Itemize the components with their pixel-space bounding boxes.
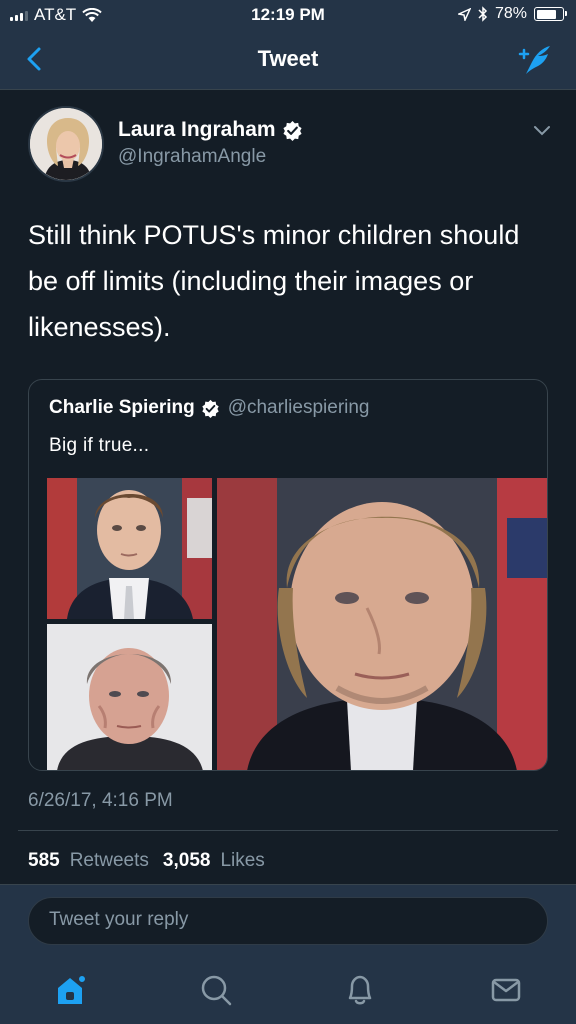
home-icon[interactable]: [52, 972, 88, 1008]
tweet-text: Still think POTUS's minor children shoul…: [28, 220, 520, 342]
quoted-author-name: Charlie Spiering: [49, 397, 195, 418]
reply-bar: Tweet your reply: [0, 884, 576, 956]
likes-count[interactable]: 3,058: [163, 850, 211, 872]
notifications-icon[interactable]: [342, 972, 378, 1008]
retweets-count[interactable]: 585: [28, 850, 60, 872]
media-photo-1[interactable]: [47, 478, 212, 619]
quoted-tweet[interactable]: Charlie Spiering @charliespiering Big if…: [28, 379, 548, 771]
status-right: 78%: [457, 5, 567, 23]
quoted-author-handle: @charliespiering: [227, 397, 370, 418]
tweet-timestamp: 6/26/17, 4:16 PM: [28, 790, 173, 811]
likes-label[interactable]: Likes: [220, 850, 264, 872]
author-name[interactable]: Laura Ingraham: [118, 118, 276, 142]
author-avatar[interactable]: [28, 106, 104, 182]
battery-fill: [536, 9, 556, 19]
messages-icon[interactable]: [488, 972, 524, 1008]
nav-bar: Tweet: [0, 30, 576, 90]
page-title: Tweet: [257, 46, 319, 71]
media-photo-2[interactable]: [47, 624, 212, 770]
search-icon[interactable]: [198, 972, 234, 1008]
verified-badge-icon: [282, 120, 302, 141]
status-bar: AT&T 12:19 PM 78%: [0, 0, 576, 30]
location-arrow-icon: [457, 7, 471, 21]
tweet-stats: 585 Retweets 3,058 Likes: [28, 850, 269, 872]
author-handle[interactable]: @IngrahamAngle: [118, 146, 266, 168]
tab-bar: [0, 956, 576, 1024]
bluetooth-icon: [478, 6, 488, 22]
battery-icon: [534, 7, 567, 21]
retweets-label[interactable]: Retweets: [70, 850, 149, 872]
quoted-tweet-header: Charlie Spiering @charliespiering: [49, 397, 370, 419]
reply-input[interactable]: Tweet your reply: [28, 897, 548, 945]
quoted-tweet-media[interactable]: [47, 478, 547, 770]
chevron-down-icon[interactable]: [532, 124, 552, 138]
quoted-tweet-text: Big if true...: [49, 435, 150, 456]
avatar-image: [30, 108, 102, 180]
divider: [18, 830, 558, 831]
verified-badge-icon: [201, 399, 219, 418]
compose-tweet-icon[interactable]: [516, 42, 554, 78]
author-name-row: Laura Ingraham: [118, 118, 303, 142]
battery-percent: 78%: [494, 5, 527, 22]
media-photo-3[interactable]: [217, 478, 547, 770]
